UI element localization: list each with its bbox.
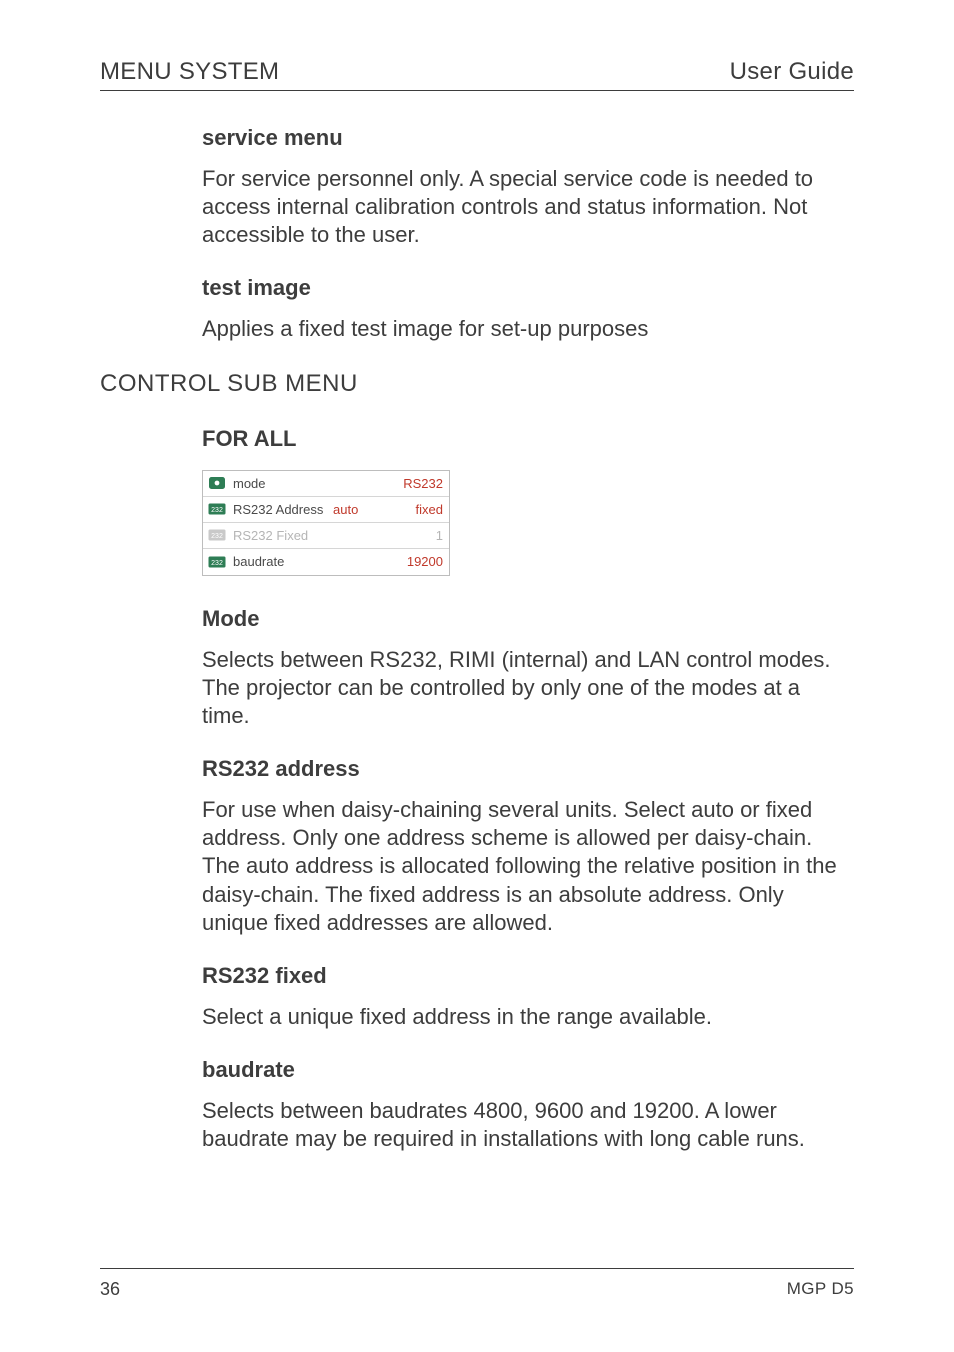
heading-test-image: test image [202,275,842,301]
body-column-2: FOR ALL mode RS232 232 RS232 Address aut… [202,426,842,1154]
svg-text:232: 232 [211,507,223,514]
menu-row-rs232-address[interactable]: 232 RS232 Address auto fixed [203,497,449,523]
para-rs232-fixed: Select a unique fixed address in the ran… [202,1003,842,1031]
control-menu-table: mode RS232 232 RS232 Address auto fixed … [202,470,450,576]
heading-rs232-address: RS232 address [202,756,842,782]
svg-text:232: 232 [211,560,223,567]
para-service-menu: For service personnel only. A special se… [202,165,842,249]
menu-row-value: fixed [393,502,443,517]
page: MENU SYSTEM User Guide service menu For … [0,0,954,1352]
heading-service-menu: service menu [202,125,842,151]
menu-row-mid: auto [333,502,393,517]
heading-baudrate: baudrate [202,1057,842,1083]
menu-row-value: RS232 [393,476,443,491]
page-number: 36 [100,1279,120,1300]
eye-icon [207,475,227,491]
menu-row-label: baudrate [233,554,333,569]
menu-row-rs232-fixed: 232 RS232 Fixed 1 [203,523,449,549]
menu-row-mode[interactable]: mode RS232 [203,471,449,497]
para-rs232-address: For use when daisy-chaining several unit… [202,796,842,937]
menu-row-value: 1 [393,528,443,543]
doc-id: MGP D5 [787,1279,854,1300]
menu-row-label: RS232 Fixed [233,528,333,543]
para-test-image: Applies a fixed test image for set-up pu… [202,315,842,343]
para-baudrate: Selects between baudrates 4800, 9600 and… [202,1097,842,1153]
menu-row-value: 19200 [393,554,443,569]
header-right: User Guide [730,58,854,86]
para-mode: Selects between RS232, RIMI (internal) a… [202,646,842,730]
rs232-icon: 232 [207,554,227,570]
heading-mode: Mode [202,606,842,632]
menu-row-label: RS232 Address [233,502,333,517]
svg-text:232: 232 [211,533,223,540]
heading-for-all: FOR ALL [202,426,842,452]
body-column: service menu For service personnel only.… [202,125,842,344]
heading-rs232-fixed: RS232 fixed [202,963,842,989]
rs232-icon: 232 [207,501,227,517]
rs232-icon: 232 [207,527,227,543]
menu-row-label: mode [233,476,333,491]
heading-control-sub-menu: CONTROL SUB MENU [100,370,854,398]
menu-row-baudrate[interactable]: 232 baudrate 19200 [203,549,449,575]
header-left: MENU SYSTEM [100,58,279,86]
running-header: MENU SYSTEM User Guide [100,58,854,91]
page-footer: 36 MGP D5 [100,1268,854,1300]
